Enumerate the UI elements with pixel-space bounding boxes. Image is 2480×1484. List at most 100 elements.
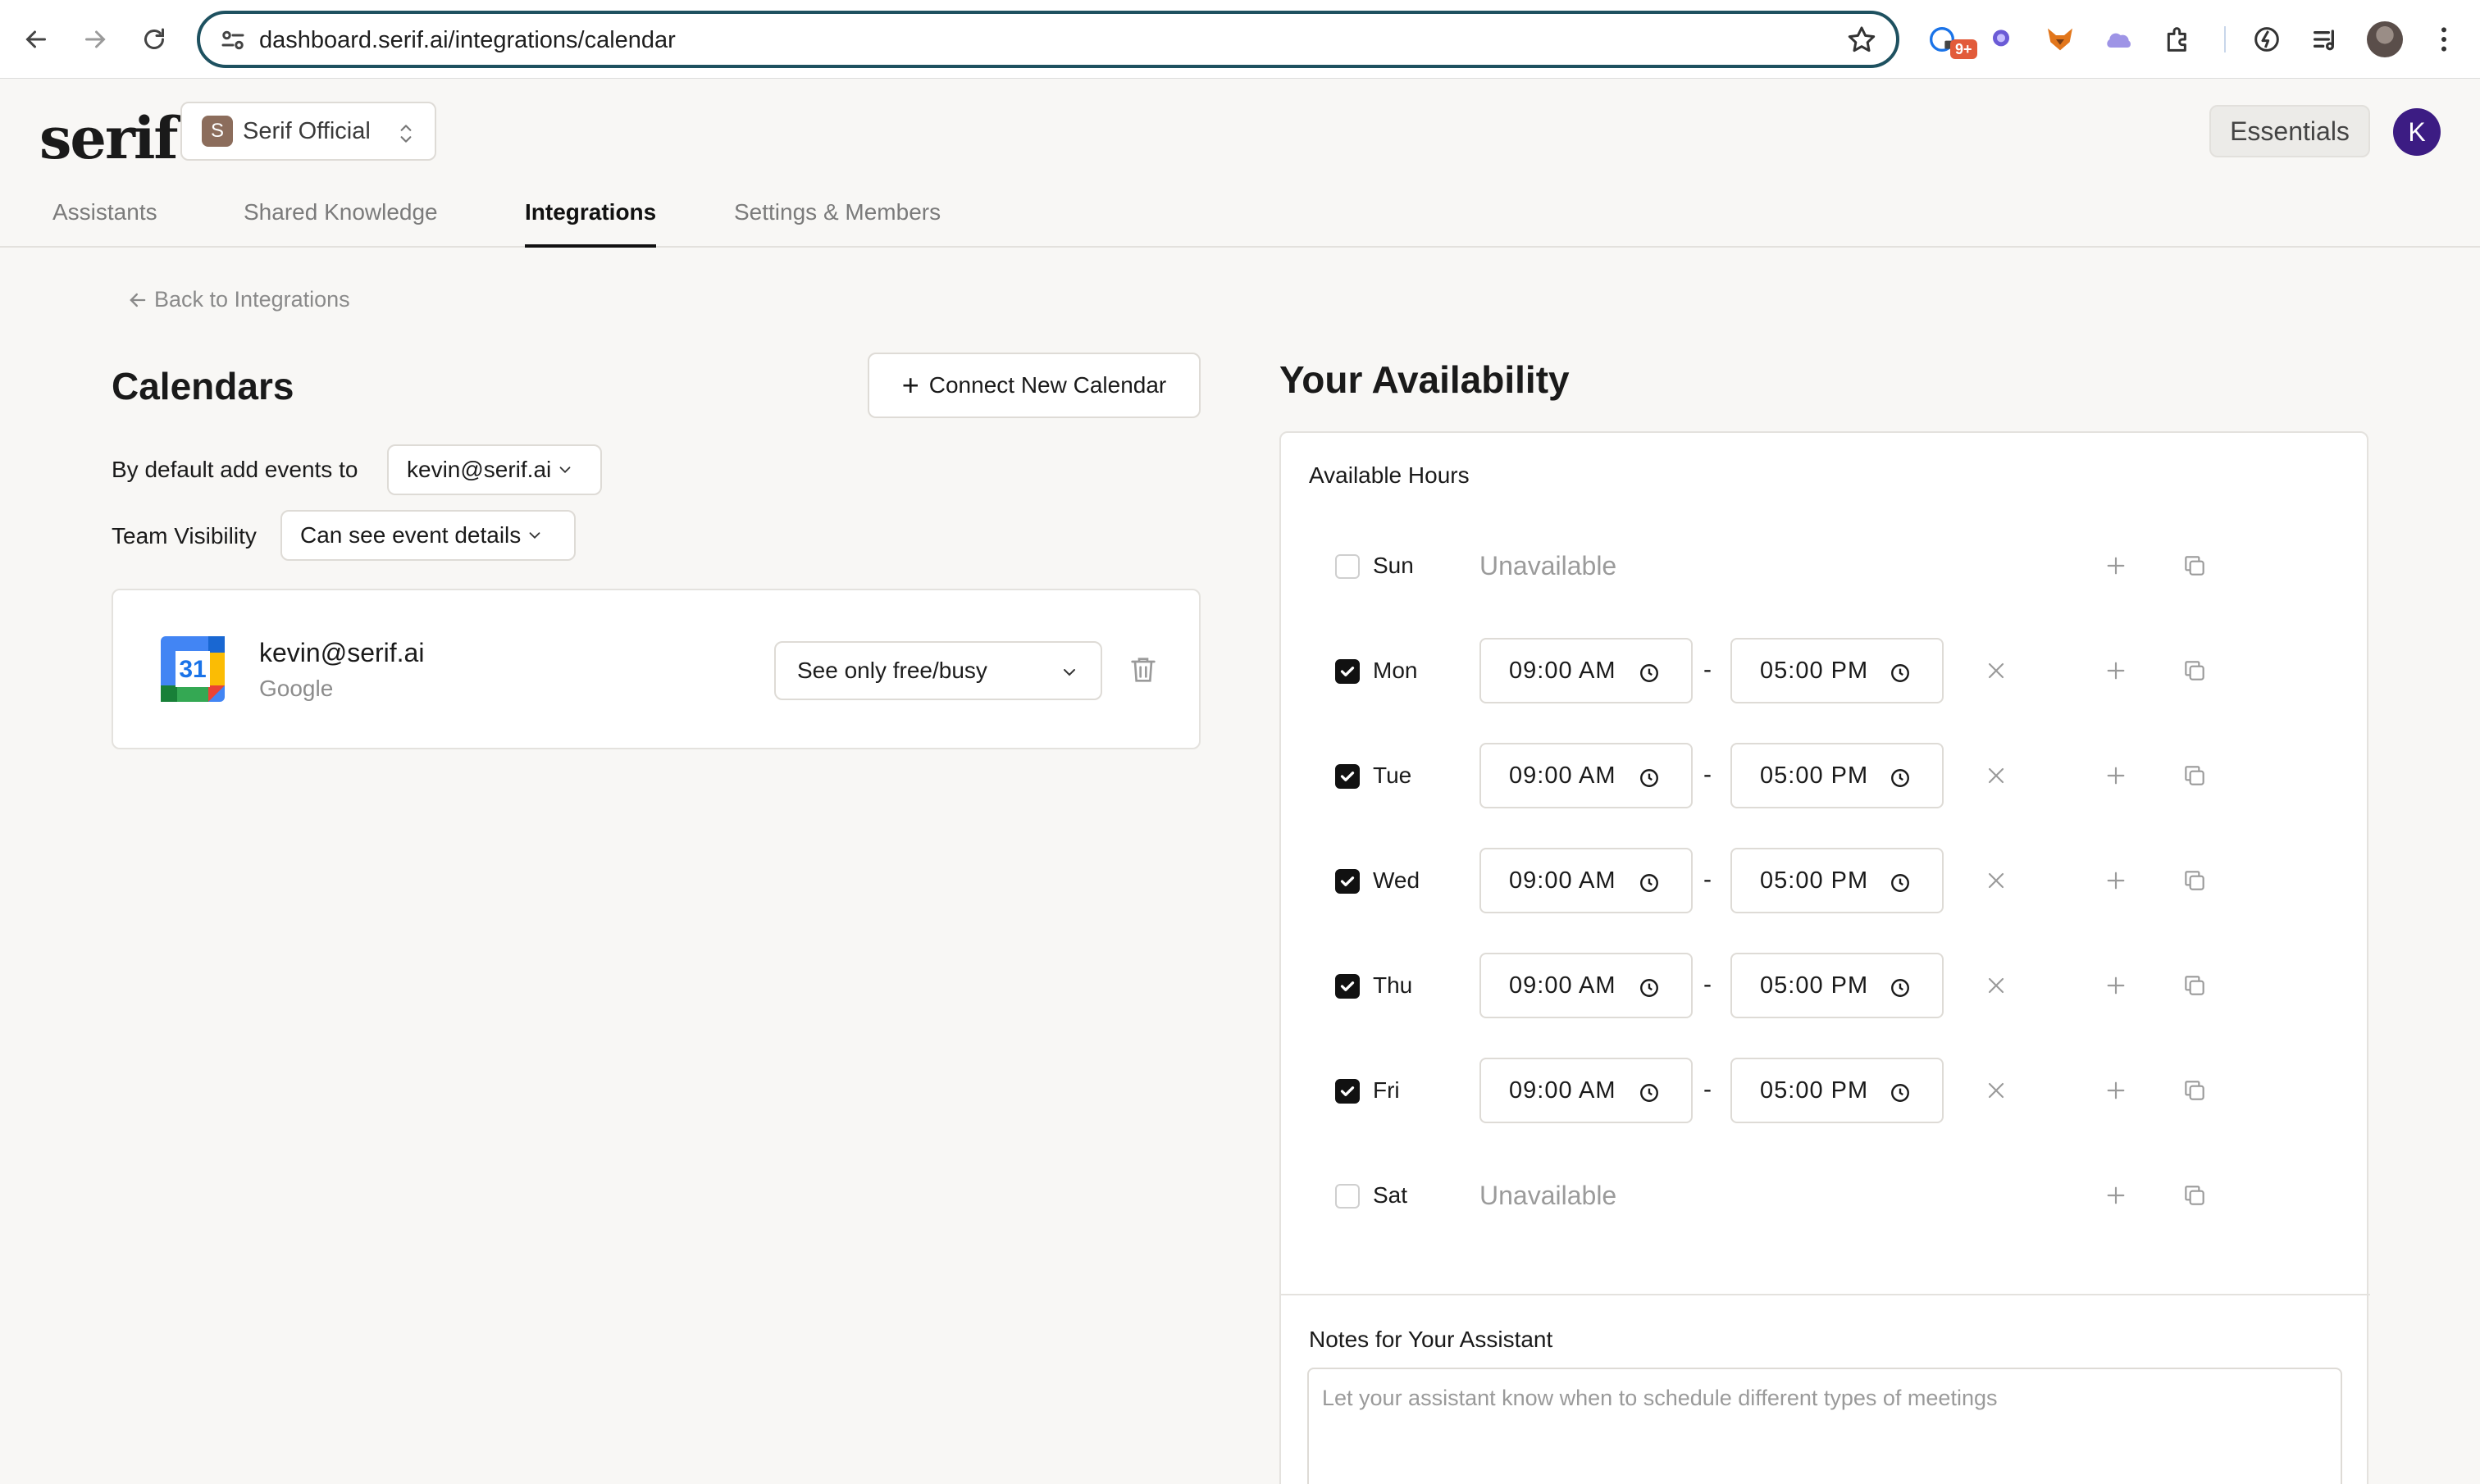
url-text[interactable]: dashboard.serif.ai/integrations/calendar	[259, 25, 676, 55]
forward-button[interactable]	[74, 18, 116, 61]
end-time-input[interactable]: 05:00 PM	[1730, 953, 1944, 1018]
clock-icon	[1640, 874, 1658, 892]
plan-badge[interactable]: Essentials	[2209, 105, 2370, 157]
browser-profile-avatar[interactable]	[2367, 21, 2403, 57]
clock-icon	[1891, 979, 1909, 997]
day-checkbox-sat[interactable]	[1335, 1184, 1360, 1209]
back-button[interactable]	[15, 18, 57, 61]
plus-icon[interactable]	[2103, 1077, 2129, 1104]
day-name: Sat	[1373, 1182, 1408, 1208]
bookmark-star-icon[interactable]	[1845, 24, 1878, 57]
default-calendar-value: kevin@serif.ai	[407, 457, 552, 482]
start-time-input[interactable]: 09:00 AM	[1479, 743, 1693, 808]
media-controls-icon[interactable]	[2308, 21, 2344, 57]
tab-shared-knowledge[interactable]: Shared Knowledge	[244, 198, 438, 248]
day-row-thu: Thu 09:00 AM - 05:00 PM	[1281, 953, 2370, 1018]
availability-card: Available Hours Sun Unavailable Mon 09:0…	[1279, 431, 2370, 1484]
start-time-value: 09:00 AM	[1509, 867, 1616, 894]
clock-icon	[1640, 1084, 1658, 1102]
back-to-integrations-link[interactable]: Back to Integrations	[126, 287, 350, 312]
performance-icon[interactable]	[2249, 21, 2285, 57]
copy-icon[interactable]	[2181, 553, 2208, 579]
org-switcher[interactable]: S Serif Official	[180, 102, 436, 161]
check-icon	[1340, 1086, 1355, 1096]
plus-icon[interactable]	[2103, 972, 2129, 999]
org-avatar: S	[202, 116, 233, 147]
end-time-input[interactable]: 05:00 PM	[1730, 743, 1944, 808]
default-calendar-select[interactable]: kevin@serif.ai	[387, 444, 602, 495]
tab-settings-members[interactable]: Settings & Members	[734, 198, 941, 248]
copy-icon[interactable]	[2181, 1182, 2208, 1209]
start-time-input[interactable]: 09:00 AM	[1479, 848, 1693, 913]
section-divider	[1281, 1294, 2370, 1295]
plus-icon[interactable]	[2103, 553, 2129, 579]
time-separator: -	[1703, 761, 1712, 788]
start-time-input[interactable]: 09:00 AM	[1479, 953, 1693, 1018]
close-icon[interactable]	[1983, 1077, 2009, 1104]
day-checkbox-tue[interactable]	[1335, 764, 1360, 789]
day-checkbox-sun[interactable]	[1335, 554, 1360, 579]
availability-heading: Your Availability	[1279, 358, 1570, 401]
team-visibility-select[interactable]: Can see event details	[280, 510, 576, 561]
extension-cloud-icon[interactable]	[2101, 21, 2137, 57]
copy-icon[interactable]	[2181, 762, 2208, 789]
notes-textarea[interactable]	[1307, 1368, 2342, 1484]
calendar-visibility-select[interactable]: See only free/busy	[774, 641, 1102, 700]
tab-integrations[interactable]: Integrations	[525, 198, 657, 248]
copy-icon[interactable]	[2181, 1077, 2208, 1104]
notes-heading: Notes for Your Assistant	[1309, 1327, 1553, 1352]
clock-icon	[1640, 769, 1658, 787]
browser-toolbar: dashboard.serif.ai/integrations/calendar…	[0, 0, 2480, 79]
address-bar[interactable]: dashboard.serif.ai/integrations/calendar	[197, 11, 1899, 68]
reload-button[interactable]	[133, 18, 176, 61]
connect-new-calendar-button[interactable]: + Connect New Calendar	[868, 353, 1201, 418]
team-visibility-label: Team Visibility	[112, 523, 257, 549]
site-settings-icon[interactable]	[218, 25, 248, 55]
extension-fox-icon[interactable]	[2042, 21, 2078, 57]
browser-menu-icon[interactable]	[2426, 21, 2462, 57]
copy-icon[interactable]	[2181, 867, 2208, 894]
close-icon[interactable]	[1983, 972, 2009, 999]
end-time-input[interactable]: 05:00 PM	[1730, 638, 1944, 703]
start-time-input[interactable]: 09:00 AM	[1479, 1058, 1693, 1123]
close-icon[interactable]	[1983, 658, 2009, 684]
plus-icon[interactable]	[2103, 867, 2129, 894]
close-icon[interactable]	[1983, 762, 2009, 789]
extension-sparkle-icon[interactable]	[1983, 21, 2019, 57]
connect-button-label: Connect New Calendar	[928, 372, 1167, 398]
calendar-visibility-value: See only free/busy	[797, 658, 987, 683]
default-calendar-label: By default add events to	[112, 457, 358, 482]
arrow-right-icon	[85, 30, 106, 48]
user-avatar[interactable]: K	[2393, 108, 2441, 156]
extension-badge: 9+	[1950, 39, 1977, 59]
start-time-input[interactable]: 09:00 AM	[1479, 638, 1693, 703]
day-row-wed: Wed 09:00 AM - 05:00 PM	[1281, 848, 2370, 913]
extensions-puzzle-icon[interactable]	[2160, 21, 2196, 57]
end-time-input[interactable]: 05:00 PM	[1730, 1058, 1944, 1123]
day-checkbox-wed[interactable]	[1335, 869, 1360, 894]
plus-icon[interactable]	[2103, 658, 2129, 684]
end-time-input[interactable]: 05:00 PM	[1730, 848, 1944, 913]
close-icon[interactable]	[1983, 867, 2009, 894]
check-icon	[1340, 772, 1355, 781]
clock-icon	[1891, 1084, 1909, 1102]
calendar-icon-day: 31	[179, 656, 206, 683]
trash-icon[interactable]	[1127, 653, 1160, 687]
end-time-value: 05:00 PM	[1760, 1077, 1869, 1104]
plus-icon[interactable]	[2103, 762, 2129, 789]
plus-icon[interactable]	[2103, 1182, 2129, 1209]
day-checkbox-thu[interactable]	[1335, 974, 1360, 999]
clock-icon	[1640, 979, 1658, 997]
google-calendar-icon: 31	[161, 636, 225, 702]
serif-logo[interactable]: serif	[39, 102, 179, 175]
calendar-card: 31 kevin@serif.ai Google See only free/b…	[112, 589, 1201, 749]
chevron-up-down-icon	[400, 125, 412, 143]
copy-icon[interactable]	[2181, 658, 2208, 684]
day-row-sat: Sat Unavailable	[1281, 1163, 2370, 1228]
day-checkbox-fri[interactable]	[1335, 1079, 1360, 1104]
check-icon	[1340, 876, 1355, 886]
copy-icon[interactable]	[2181, 972, 2208, 999]
tab-assistants[interactable]: Assistants	[52, 198, 157, 248]
day-checkbox-mon[interactable]	[1335, 659, 1360, 684]
day-row-fri: Fri 09:00 AM - 05:00 PM	[1281, 1058, 2370, 1123]
